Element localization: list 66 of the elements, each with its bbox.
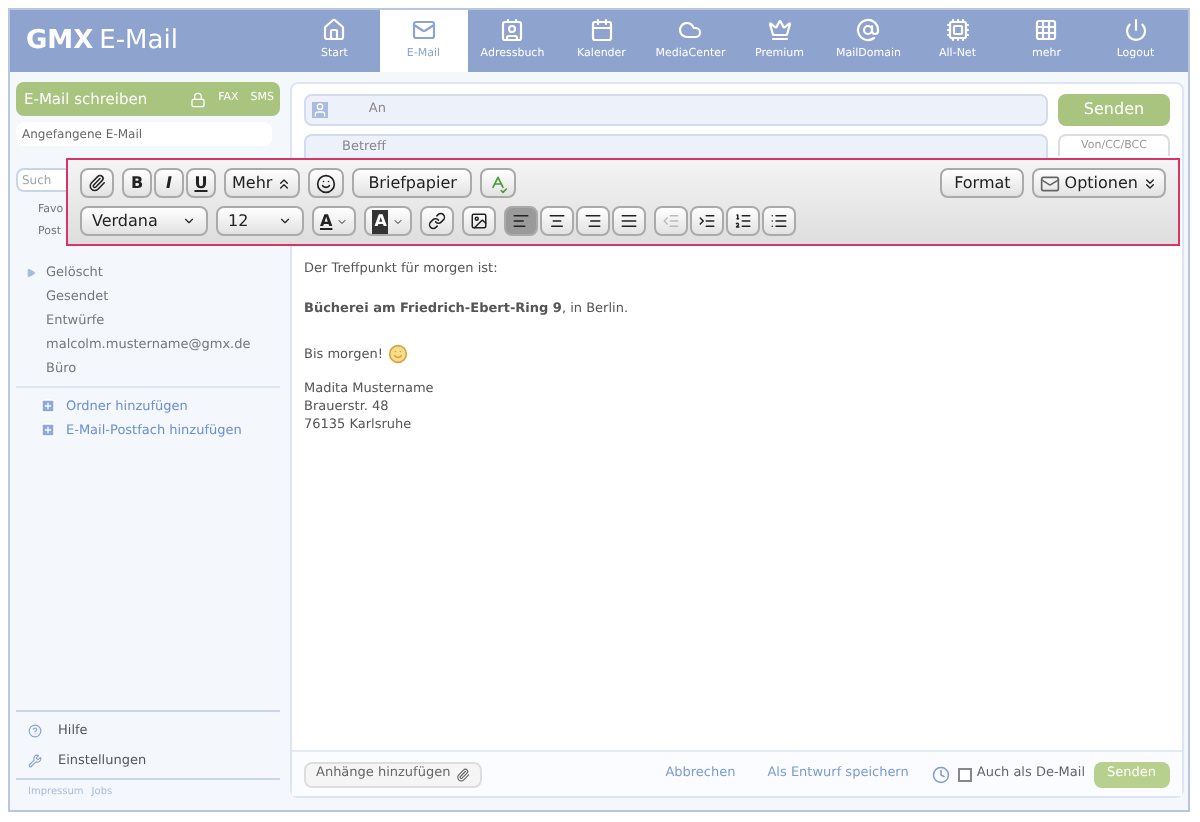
cloud-icon — [678, 18, 703, 43]
list-icon — [698, 212, 717, 230]
logo-text: GMX — [26, 23, 94, 60]
help-icon — [28, 724, 42, 739]
paperclip-icon — [456, 767, 471, 781]
link-button[interactable] — [420, 206, 455, 236]
chevrons-down-icon — [1142, 175, 1158, 191]
caret-icon — [278, 214, 292, 228]
clock-icon[interactable] — [932, 765, 951, 783]
plus-icon — [40, 422, 56, 438]
power-icon — [1123, 18, 1148, 43]
highlight-letter: A — [372, 209, 389, 233]
plus-icon — [40, 398, 56, 414]
italic-button[interactable]: I — [154, 168, 184, 198]
calendar-icon — [589, 18, 614, 43]
emoji-button[interactable] — [308, 168, 345, 198]
chevrons-up-icon — [276, 175, 293, 191]
list-button[interactable] — [762, 206, 797, 236]
spellcheck-button[interactable] — [480, 168, 517, 198]
link-icon — [428, 212, 447, 230]
envelope-icon — [1040, 173, 1061, 193]
lock-icon — [190, 91, 207, 107]
smiley-icon — [316, 173, 337, 193]
more-button[interactable]: Mehr — [224, 168, 301, 198]
align-button[interactable] — [612, 206, 647, 236]
contact-card-icon — [500, 18, 525, 43]
crown-icon — [767, 18, 792, 43]
align-icon — [512, 212, 531, 230]
grid-icon — [1034, 18, 1059, 43]
highlight-color-button[interactable]: A — [364, 206, 413, 236]
options-button[interactable]: Optionen — [1032, 168, 1166, 198]
underline-button[interactable]: U — [186, 168, 216, 198]
image-button[interactable] — [462, 206, 497, 236]
caret-icon — [336, 215, 349, 227]
spellcheck-icon — [488, 173, 509, 193]
align-button[interactable] — [504, 206, 539, 236]
size-select[interactable]: 12 — [216, 206, 304, 236]
at-sign-icon — [856, 18, 881, 43]
envelope-icon — [411, 18, 436, 43]
list-icon — [662, 212, 681, 230]
align-icon — [584, 212, 603, 230]
caret-icon — [182, 214, 196, 228]
align-button[interactable] — [576, 206, 611, 236]
send-button[interactable]: Senden — [1058, 94, 1170, 126]
attach-button[interactable] — [80, 168, 114, 198]
paperclip-icon — [88, 174, 106, 192]
list-icon — [770, 212, 789, 230]
image-icon — [470, 212, 489, 230]
text-color-button[interactable]: A — [312, 206, 357, 236]
smiley-icon — [388, 344, 409, 364]
align-icon — [548, 212, 567, 230]
wrench-icon — [28, 754, 42, 769]
chip-icon — [945, 18, 970, 43]
align-button[interactable] — [540, 206, 575, 236]
font-select[interactable]: Verdana — [80, 206, 208, 236]
align-icon — [620, 212, 639, 230]
format-button[interactable]: Format — [940, 168, 1025, 198]
caret-icon — [392, 215, 405, 227]
list-icon — [734, 212, 753, 230]
house-icon — [322, 18, 347, 43]
list-button[interactable] — [726, 206, 761, 236]
bold-button[interactable]: B — [122, 168, 152, 198]
logo-text: E-Mail — [99, 23, 178, 60]
list-button[interactable] — [690, 206, 725, 236]
de-mail-checkbox[interactable] — [958, 767, 973, 781]
stationery-button[interactable]: Briefpapier — [352, 168, 473, 198]
